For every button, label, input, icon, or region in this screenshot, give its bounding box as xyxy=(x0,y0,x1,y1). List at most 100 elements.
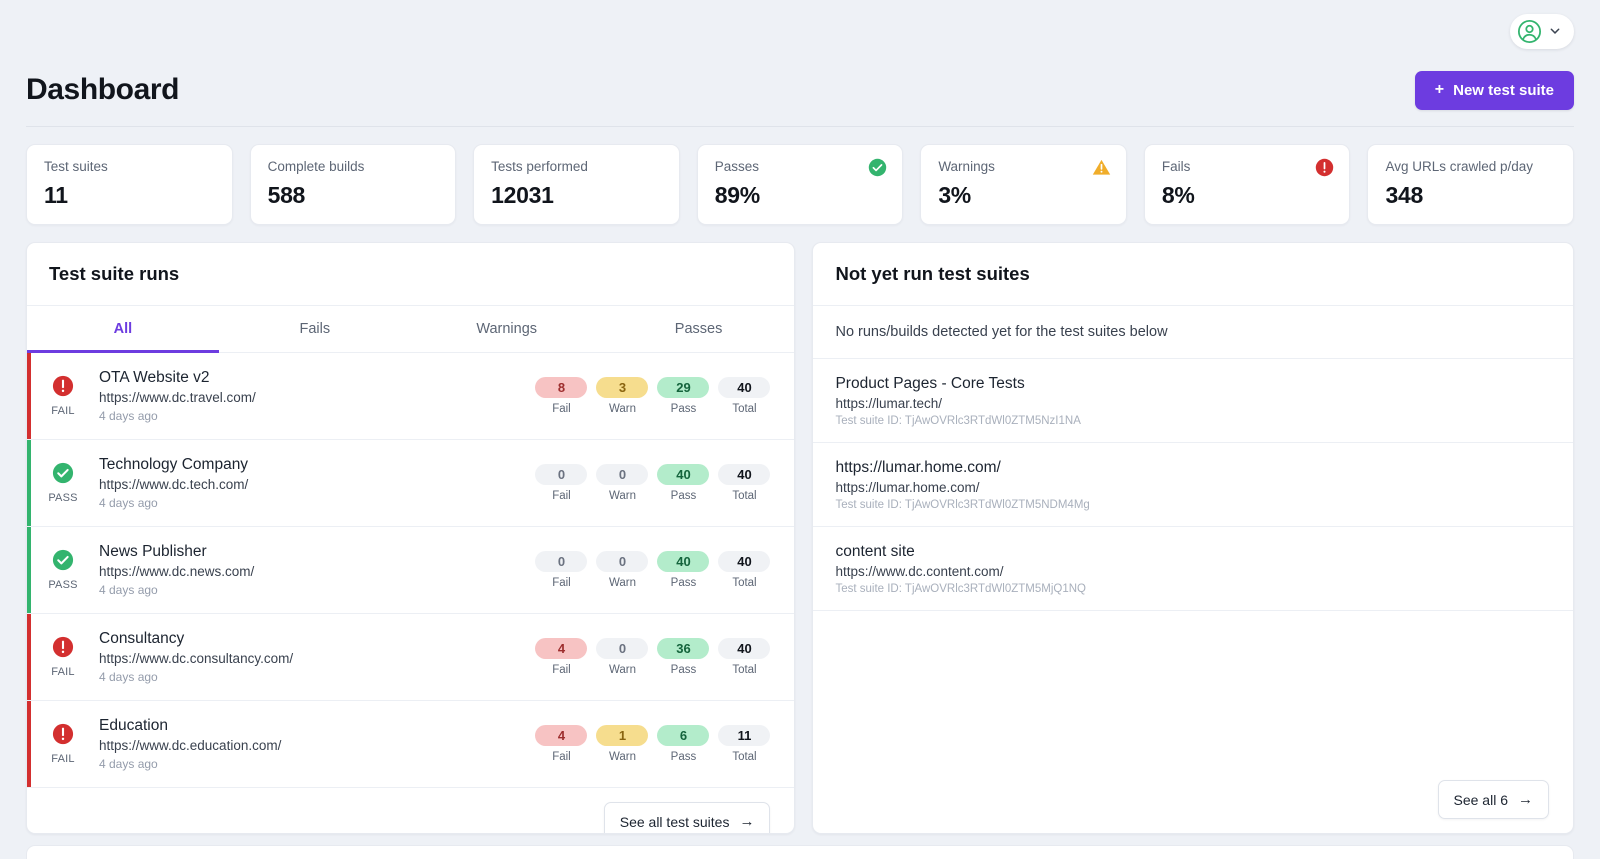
stat-value: 89% xyxy=(714,182,760,208)
metric-pass-value: 40 xyxy=(657,464,710,485)
stat-value: 8% xyxy=(1161,182,1195,208)
tab-warnings[interactable]: Warnings xyxy=(411,306,603,353)
runs-filter-tabs: All Fails Warnings Passes xyxy=(27,306,795,353)
runs-panel-title: Test suite runs xyxy=(27,243,795,306)
run-url: https://www.dc.news.com/ xyxy=(99,564,255,579)
run-timestamp: 4 days ago xyxy=(99,583,158,597)
arrow-right-icon: → xyxy=(739,813,755,830)
run-timestamp: 4 days ago xyxy=(99,670,158,684)
stat-label: Test suites xyxy=(44,159,108,174)
plus-icon: + xyxy=(1434,81,1445,98)
run-name: OTA Website v2 xyxy=(99,369,210,386)
metric-fail-value: 4 xyxy=(535,725,588,746)
test-run-row[interactable]: FAIL Education https://www.dc.education.… xyxy=(27,701,795,788)
run-status-label: PASS xyxy=(48,492,78,504)
run-timestamp: 4 days ago xyxy=(99,496,158,510)
metric-warn-value: 1 xyxy=(596,725,649,746)
not-run-suite-row[interactable]: Product Pages - Core Tests https://lumar… xyxy=(813,359,1573,443)
tab-label: All xyxy=(113,321,133,337)
metric-warn: 3 Warn xyxy=(596,377,649,415)
test-run-row[interactable]: FAIL OTA Website v2 https://www.dc.trave… xyxy=(27,353,795,440)
run-timestamp: 4 days ago xyxy=(99,757,158,771)
stat-value: 3% xyxy=(938,182,971,208)
see-all-6-button[interactable]: See all 6 → xyxy=(1437,780,1549,819)
metric-fail-caption: Fail xyxy=(552,403,571,415)
metric-total-value: 40 xyxy=(718,551,771,572)
metric-pass-caption: Pass xyxy=(670,490,697,502)
metric-warn: 1 Warn xyxy=(596,725,649,763)
fail-circle-icon xyxy=(52,375,74,401)
title-row: Dashboard + New test suite xyxy=(26,62,1574,118)
run-timestamp: 4 days ago xyxy=(99,409,158,423)
run-status-label: FAIL xyxy=(51,753,75,765)
metric-fail: 0 Fail xyxy=(535,464,588,502)
metric-pass: 6 Pass xyxy=(657,725,710,763)
status-accent-bar xyxy=(27,614,31,700)
metric-fail: 8 Fail xyxy=(535,377,588,415)
top-bar xyxy=(26,0,1574,62)
stat-card: Test suites 11 xyxy=(26,144,233,225)
metric-pass-caption: Pass xyxy=(670,751,697,763)
metric-total-caption: Total xyxy=(732,577,757,589)
pass-circle-icon xyxy=(52,549,74,575)
test-suite-runs-panel: Test suite runs All Fails Warnings Passe… xyxy=(26,242,796,834)
run-info: Consultancy https://www.dc.consultancy.c… xyxy=(99,630,535,684)
metric-warn-caption: Warn xyxy=(608,490,636,502)
page-title: Dashboard xyxy=(26,73,180,106)
suite-id: Test suite ID: TjAwOVRlc3RTdWl0ZTM5NzI1N… xyxy=(835,415,1081,427)
stat-label: Warnings xyxy=(938,159,995,174)
test-run-row[interactable]: PASS News Publisher https://www.dc.news.… xyxy=(27,527,795,614)
metric-pass-value: 40 xyxy=(657,551,710,572)
metric-warn-value: 0 xyxy=(596,551,649,572)
metric-total-value: 40 xyxy=(718,464,771,485)
metric-pass-value: 29 xyxy=(657,377,710,398)
run-url: https://www.dc.tech.com/ xyxy=(99,477,249,492)
run-metrics: 0 Fail 0 Warn 40 Pass 40 Total xyxy=(535,551,771,589)
metric-total: 40 Total xyxy=(718,464,771,502)
metric-fail-value: 0 xyxy=(535,464,588,485)
metric-pass-caption: Pass xyxy=(670,403,697,415)
metric-pass-caption: Pass xyxy=(670,577,697,589)
new-test-suite-button[interactable]: + New test suite xyxy=(1414,70,1574,110)
not-yet-run-panel: Not yet run test suites No runs/builds d… xyxy=(812,242,1574,834)
metric-total-caption: Total xyxy=(732,403,757,415)
run-url: https://www.dc.education.com/ xyxy=(99,738,282,753)
not-run-suite-row[interactable]: content site https://www.dc.content.com/… xyxy=(813,527,1573,611)
metric-fail: 4 Fail xyxy=(535,638,588,676)
suite-url: https://www.dc.content.com/ xyxy=(835,564,1004,579)
test-run-row[interactable]: FAIL Consultancy https://www.dc.consulta… xyxy=(27,614,795,701)
stat-card-list: Test suites 11 Complete builds 588 Tests… xyxy=(26,144,1575,225)
see-all-test-suites-button[interactable]: See all test suites → xyxy=(603,802,771,833)
metric-total-value: 40 xyxy=(718,377,771,398)
tab-all[interactable]: All xyxy=(27,306,219,353)
not-run-suite-row[interactable]: https://lumar.home.com/ https://lumar.ho… xyxy=(813,443,1573,527)
metric-pass-value: 6 xyxy=(657,725,710,746)
see-all-6-label: See all 6 xyxy=(1453,791,1508,808)
run-metrics: 8 Fail 3 Warn 29 Pass 40 Total xyxy=(535,377,771,415)
run-info: OTA Website v2 https://www.dc.travel.com… xyxy=(99,369,535,423)
metric-total-caption: Total xyxy=(732,490,757,502)
tab-passes[interactable]: Passes xyxy=(603,306,795,353)
metric-warn: 0 Warn xyxy=(596,464,649,502)
metric-warn-caption: Warn xyxy=(608,403,636,415)
run-url: https://www.dc.travel.com/ xyxy=(99,390,256,405)
run-name: Technology Company xyxy=(99,456,249,473)
stat-card: Fails 8% xyxy=(1143,144,1351,225)
metric-warn-caption: Warn xyxy=(608,664,636,676)
tab-fails[interactable]: Fails xyxy=(219,306,411,353)
stat-value: 348 xyxy=(1385,182,1423,208)
metric-pass-caption: Pass xyxy=(670,664,697,676)
stat-value: 12031 xyxy=(491,182,554,208)
account-menu-button[interactable] xyxy=(1510,13,1574,49)
suite-name: content site xyxy=(835,543,915,560)
metric-total-caption: Total xyxy=(732,664,757,676)
stat-card: Warnings 3% xyxy=(920,144,1127,225)
stat-label: Complete builds xyxy=(267,159,365,174)
metric-total-value: 40 xyxy=(718,638,771,659)
metric-fail-caption: Fail xyxy=(552,577,571,589)
new-test-suite-label: New test suite xyxy=(1453,81,1554,99)
stat-value: 588 xyxy=(267,182,306,208)
stat-card: Complete builds 588 xyxy=(249,144,457,225)
test-run-row[interactable]: PASS Technology Company https://www.dc.t… xyxy=(27,440,795,527)
metric-warn: 0 Warn xyxy=(596,551,649,589)
